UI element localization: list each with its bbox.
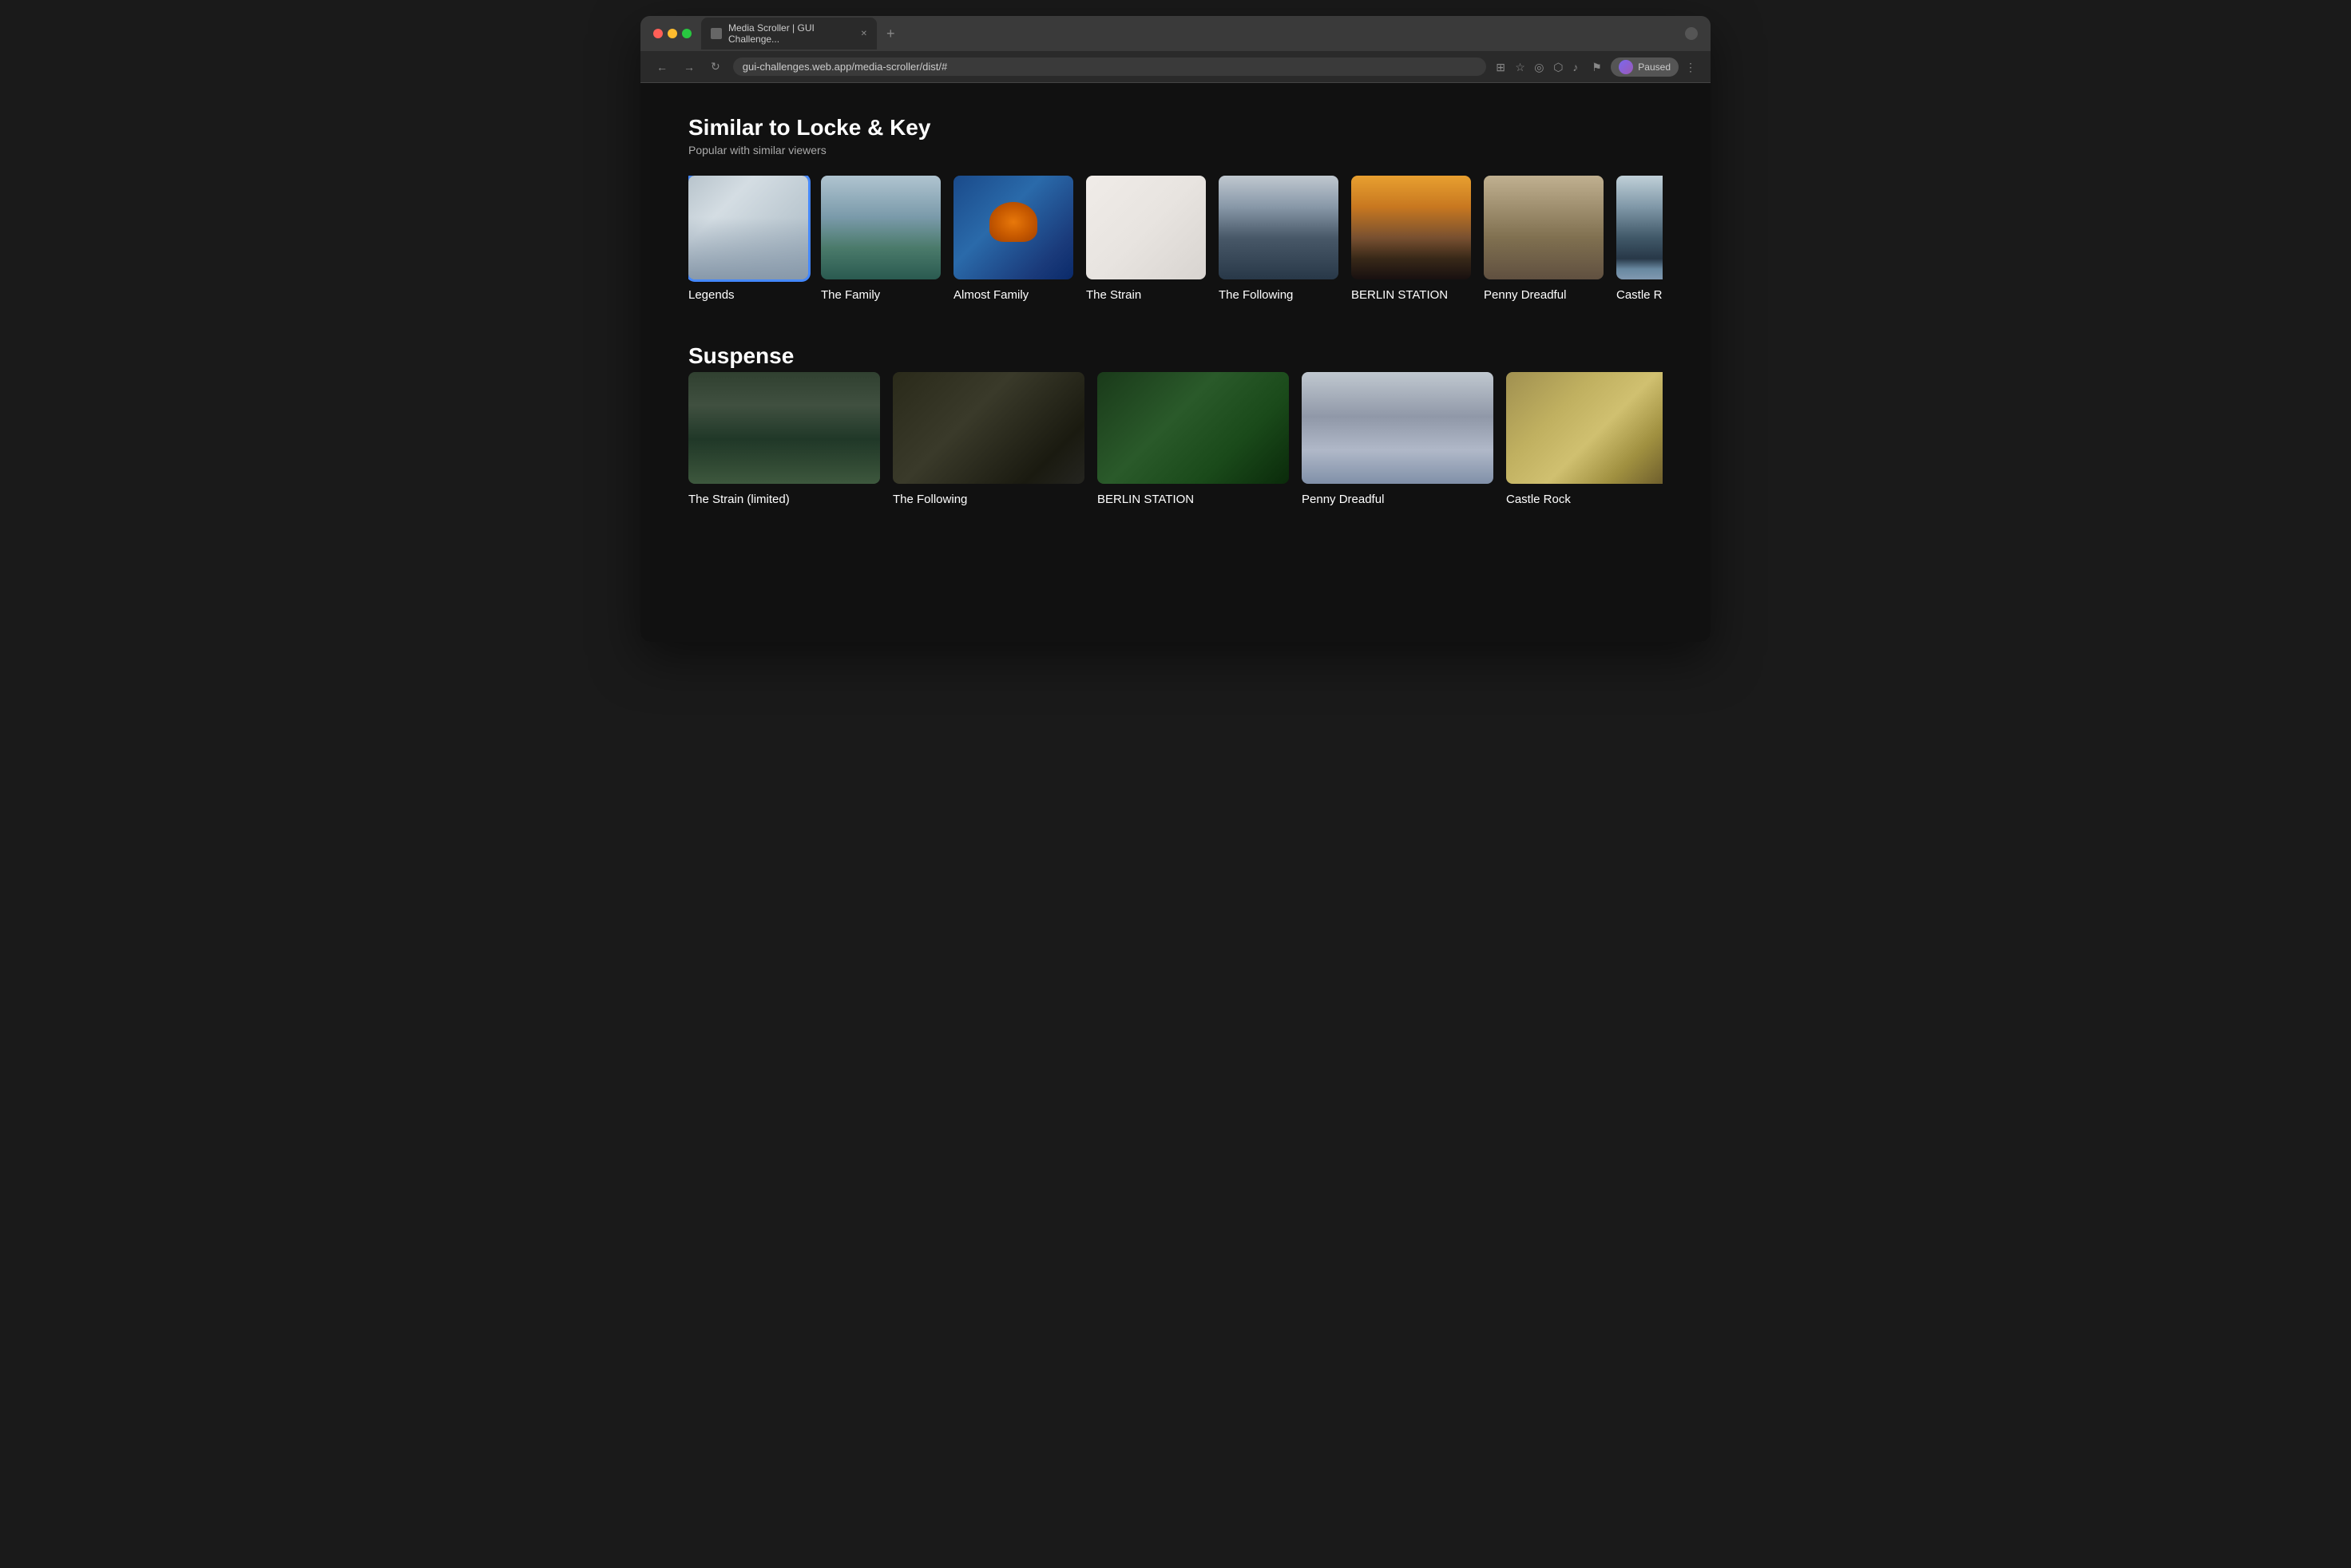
- thumb-image-the-following: [1219, 176, 1338, 279]
- media-item-the-following[interactable]: The Following: [1219, 176, 1338, 303]
- thumb-image-castle-rock: [1616, 176, 1663, 279]
- suspense-section: Suspense The Strain (limited) The Follow…: [688, 343, 1663, 508]
- media-label-the-following-2: The Following: [893, 492, 1084, 508]
- media-thumb-the-following-2[interactable]: [893, 372, 1084, 484]
- media-label-strain-limited: The Strain (limited): [688, 492, 880, 508]
- media-label-the-family: The Family: [821, 287, 941, 303]
- thumb-image-legends: [688, 176, 808, 279]
- media-thumb-almost-family[interactable]: [953, 176, 1073, 279]
- media-label-penny-dreadful-2: Penny Dreadful: [1302, 492, 1493, 508]
- forward-button[interactable]: →: [680, 61, 698, 73]
- media-thumb-berlin-station-2[interactable]: [1097, 372, 1289, 484]
- media-thumb-castle-rock-2[interactable]: [1506, 372, 1663, 484]
- maximize-button[interactable]: [682, 29, 692, 38]
- title-bar: Media Scroller | GUI Challenge... ✕ +: [640, 16, 1711, 51]
- reload-button[interactable]: ↻: [708, 60, 724, 73]
- media-label-legends: Legends: [688, 287, 808, 303]
- media-item-castle-rock[interactable]: Castle Rock: [1616, 176, 1663, 303]
- tab-title: Media Scroller | GUI Challenge...: [728, 22, 854, 45]
- thumb-image-the-family: [821, 176, 941, 279]
- extension-icon-4[interactable]: ⚑: [1592, 61, 1604, 73]
- browser-icon: [1685, 27, 1698, 40]
- media-label-castle-rock-2: Castle Rock: [1506, 492, 1663, 508]
- media-item-the-following-2[interactable]: The Following: [893, 372, 1084, 508]
- thumb-image-penny-dreadful: [1484, 176, 1604, 279]
- thumb-image-castle-rock-2: [1506, 372, 1663, 484]
- traffic-lights: [653, 29, 692, 38]
- media-item-berlin-station[interactable]: BERLIN STATION: [1351, 176, 1471, 303]
- media-label-berlin-station-2: BERLIN STATION: [1097, 492, 1289, 508]
- avatar: [1619, 60, 1633, 74]
- address-actions: ⊞ ☆ ◎ ⬡ ♪ ⚑ Paused ⋮: [1496, 57, 1698, 77]
- media-item-legends[interactable]: Legends: [688, 176, 808, 303]
- suspense-media-row: The Strain (limited) The Following BERLI…: [688, 372, 1663, 508]
- extension-icon-1[interactable]: ◎: [1534, 61, 1547, 73]
- thumb-image-the-strain: [1086, 176, 1206, 279]
- url-input[interactable]: [733, 57, 1487, 76]
- thumb-image-penny-dreadful-2: [1302, 372, 1493, 484]
- thumb-image-the-following-2: [893, 372, 1084, 484]
- media-item-penny-dreadful[interactable]: Penny Dreadful: [1484, 176, 1604, 303]
- suspense-section-title: Suspense: [688, 343, 1663, 369]
- new-tab-button[interactable]: +: [880, 26, 902, 42]
- media-label-penny-dreadful: Penny Dreadful: [1484, 287, 1604, 303]
- browser-window: Media Scroller | GUI Challenge... ✕ + ← …: [640, 16, 1711, 642]
- close-button[interactable]: [653, 29, 663, 38]
- media-item-the-strain[interactable]: The Strain: [1086, 176, 1206, 303]
- extension-icon-3[interactable]: ♪: [1572, 61, 1585, 73]
- similar-section-title: Similar to Locke & Key: [688, 115, 1663, 141]
- bookmark-icon[interactable]: ☆: [1515, 61, 1528, 73]
- media-label-the-following: The Following: [1219, 287, 1338, 303]
- page-content: Similar to Locke & Key Popular with simi…: [640, 83, 1711, 642]
- media-item-strain-limited[interactable]: The Strain (limited): [688, 372, 880, 508]
- tab-favicon: [711, 28, 722, 39]
- media-thumb-berlin-station[interactable]: [1351, 176, 1471, 279]
- tab-close-button[interactable]: ✕: [861, 30, 867, 38]
- minimize-button[interactable]: [668, 29, 677, 38]
- thumb-image-berlin-station: [1351, 176, 1471, 279]
- media-thumb-strain-limited[interactable]: [688, 372, 880, 484]
- thumb-image-strain-limited: [688, 372, 880, 484]
- media-item-almost-family[interactable]: Almost Family: [953, 176, 1073, 303]
- more-options-icon[interactable]: ⋮: [1685, 61, 1698, 73]
- profile-badge[interactable]: Paused: [1611, 57, 1679, 77]
- media-thumb-castle-rock[interactable]: [1616, 176, 1663, 279]
- similar-media-row: Legends The Family Almost Family: [688, 176, 1663, 303]
- media-label-the-strain: The Strain: [1086, 287, 1206, 303]
- media-thumb-the-family[interactable]: [821, 176, 941, 279]
- thumb-image-berlin-station-2: [1097, 372, 1289, 484]
- translate-icon[interactable]: ⊞: [1496, 61, 1509, 73]
- thumb-image-almost-family: [953, 176, 1073, 279]
- back-button[interactable]: ←: [653, 61, 671, 73]
- similar-section: Similar to Locke & Key Popular with simi…: [688, 115, 1663, 303]
- media-item-castle-rock-2[interactable]: Castle Rock: [1506, 372, 1663, 508]
- media-label-berlin-station: BERLIN STATION: [1351, 287, 1471, 303]
- media-thumb-penny-dreadful[interactable]: [1484, 176, 1604, 279]
- media-thumb-the-following[interactable]: [1219, 176, 1338, 279]
- address-bar: ← → ↻ ⊞ ☆ ◎ ⬡ ♪ ⚑ Paused ⋮: [640, 51, 1711, 83]
- media-label-almost-family: Almost Family: [953, 287, 1073, 303]
- media-item-berlin-station-2[interactable]: BERLIN STATION: [1097, 372, 1289, 508]
- tab-bar: Media Scroller | GUI Challenge... ✕ +: [701, 18, 1675, 49]
- similar-section-subtitle: Popular with similar viewers: [688, 144, 1663, 156]
- media-thumb-penny-dreadful-2[interactable]: [1302, 372, 1493, 484]
- media-item-penny-dreadful-2[interactable]: Penny Dreadful: [1302, 372, 1493, 508]
- active-tab[interactable]: Media Scroller | GUI Challenge... ✕: [701, 18, 877, 49]
- paused-label: Paused: [1638, 61, 1671, 73]
- extension-icon-2[interactable]: ⬡: [1553, 61, 1566, 73]
- media-item-the-family[interactable]: The Family: [821, 176, 941, 303]
- media-label-castle-rock: Castle Rock: [1616, 287, 1663, 303]
- media-thumb-legends[interactable]: [688, 176, 808, 279]
- media-thumb-the-strain[interactable]: [1086, 176, 1206, 279]
